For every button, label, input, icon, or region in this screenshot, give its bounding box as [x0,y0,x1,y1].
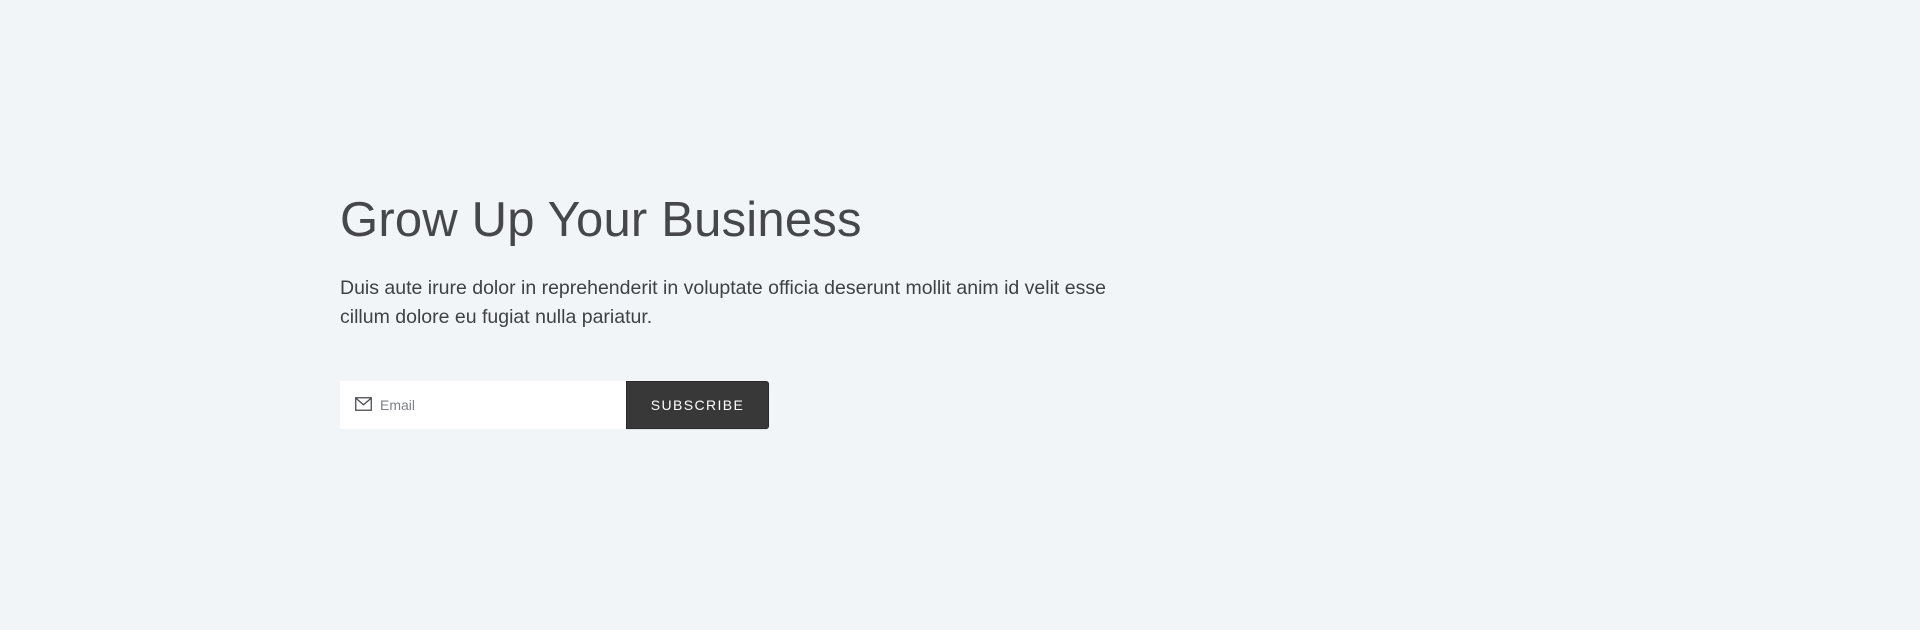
subscribe-button[interactable]: SUBSCRIBE [626,381,769,429]
email-input[interactable] [340,381,626,429]
mail-icon [355,397,372,411]
hero-section: Grow Up Your Business Duis aute irure do… [340,192,1160,429]
subscribe-form: SUBSCRIBE [340,381,1160,429]
email-field-wrapper [340,381,626,429]
hero-description: Duis aute irure dolor in reprehenderit i… [340,277,1106,328]
page-title: Grow Up Your Business [340,193,862,247]
